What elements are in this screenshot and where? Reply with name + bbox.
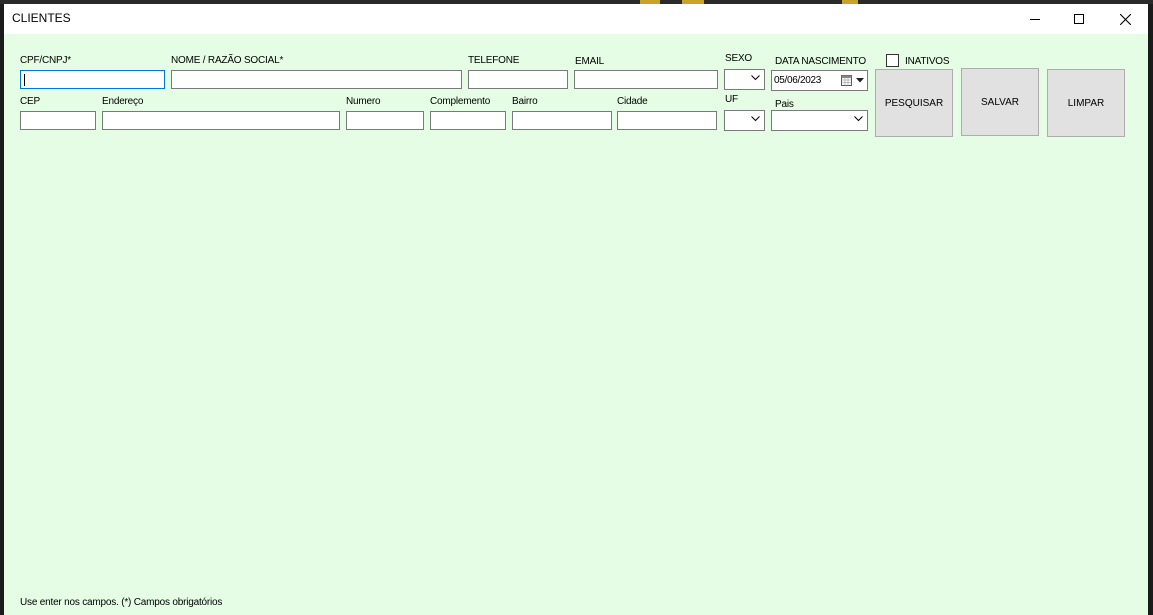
uf-label: UF xyxy=(725,94,738,105)
chevron-down-icon xyxy=(751,75,760,81)
maximize-icon xyxy=(1074,14,1084,24)
pais-label: Pais xyxy=(775,99,794,110)
nome-label: NOME / RAZÃO SOCIAL* xyxy=(171,55,284,66)
pesquisar-button[interactable]: PESQUISAR xyxy=(875,69,953,137)
numero-label: Numero xyxy=(346,96,381,107)
endereco-input[interactable] xyxy=(102,111,340,130)
window-title: CLIENTES xyxy=(12,11,71,25)
data-nascimento-picker[interactable]: 05/06/2023 xyxy=(771,70,868,91)
chevron-down-icon xyxy=(751,116,760,122)
minimize-icon xyxy=(1030,19,1040,20)
email-input[interactable] xyxy=(574,70,718,89)
sexo-select[interactable] xyxy=(724,69,765,90)
inativos-checkbox[interactable] xyxy=(886,54,899,67)
text-caret xyxy=(24,74,25,86)
inativos-label: INATIVOS xyxy=(905,56,950,67)
minimize-button[interactable] xyxy=(1012,4,1058,34)
endereco-label: Endereço xyxy=(102,96,144,107)
clientes-window: CLIENTES CPF/CNPJ* NOME / RAZÃO SOCIAL* … xyxy=(4,4,1148,615)
nome-razao-social-input[interactable] xyxy=(171,70,462,89)
form-area: CPF/CNPJ* NOME / RAZÃO SOCIAL* TELEFONE … xyxy=(4,34,1148,615)
sexo-label: SEXO xyxy=(725,53,752,64)
footer-hint: Use enter nos campos. (*) Campos obrigat… xyxy=(20,597,223,608)
close-button[interactable] xyxy=(1102,4,1148,34)
cpf-cnpj-input[interactable] xyxy=(20,70,165,89)
bairro-input[interactable] xyxy=(512,111,612,130)
complemento-input[interactable] xyxy=(430,111,506,130)
close-icon xyxy=(1119,13,1131,25)
cep-label: CEP xyxy=(20,96,40,107)
telefone-input[interactable] xyxy=(468,70,568,89)
data-nascimento-value: 05/06/2023 xyxy=(774,75,822,86)
data-nascimento-label: DATA NASCIMENTO xyxy=(775,56,866,67)
email-label: EMAIL xyxy=(575,56,605,67)
chevron-down-icon xyxy=(854,116,863,122)
cpf-label: CPF/CNPJ* xyxy=(20,55,71,66)
maximize-button[interactable] xyxy=(1056,4,1102,34)
bairro-label: Bairro xyxy=(512,96,538,107)
uf-select[interactable] xyxy=(724,110,765,131)
calendar-icon[interactable] xyxy=(841,75,852,86)
limpar-button[interactable]: LIMPAR xyxy=(1047,69,1125,137)
pais-select[interactable] xyxy=(771,110,868,131)
salvar-button[interactable]: SALVAR xyxy=(961,68,1039,136)
cidade-label: Cidade xyxy=(617,96,648,107)
title-bar: CLIENTES xyxy=(4,4,1148,34)
dropdown-arrow-icon[interactable] xyxy=(856,78,864,83)
cep-input[interactable] xyxy=(20,111,96,130)
cidade-input[interactable] xyxy=(617,111,717,130)
telefone-label: TELEFONE xyxy=(468,55,520,66)
numero-input[interactable] xyxy=(346,111,424,130)
complemento-label: Complemento xyxy=(430,96,491,107)
